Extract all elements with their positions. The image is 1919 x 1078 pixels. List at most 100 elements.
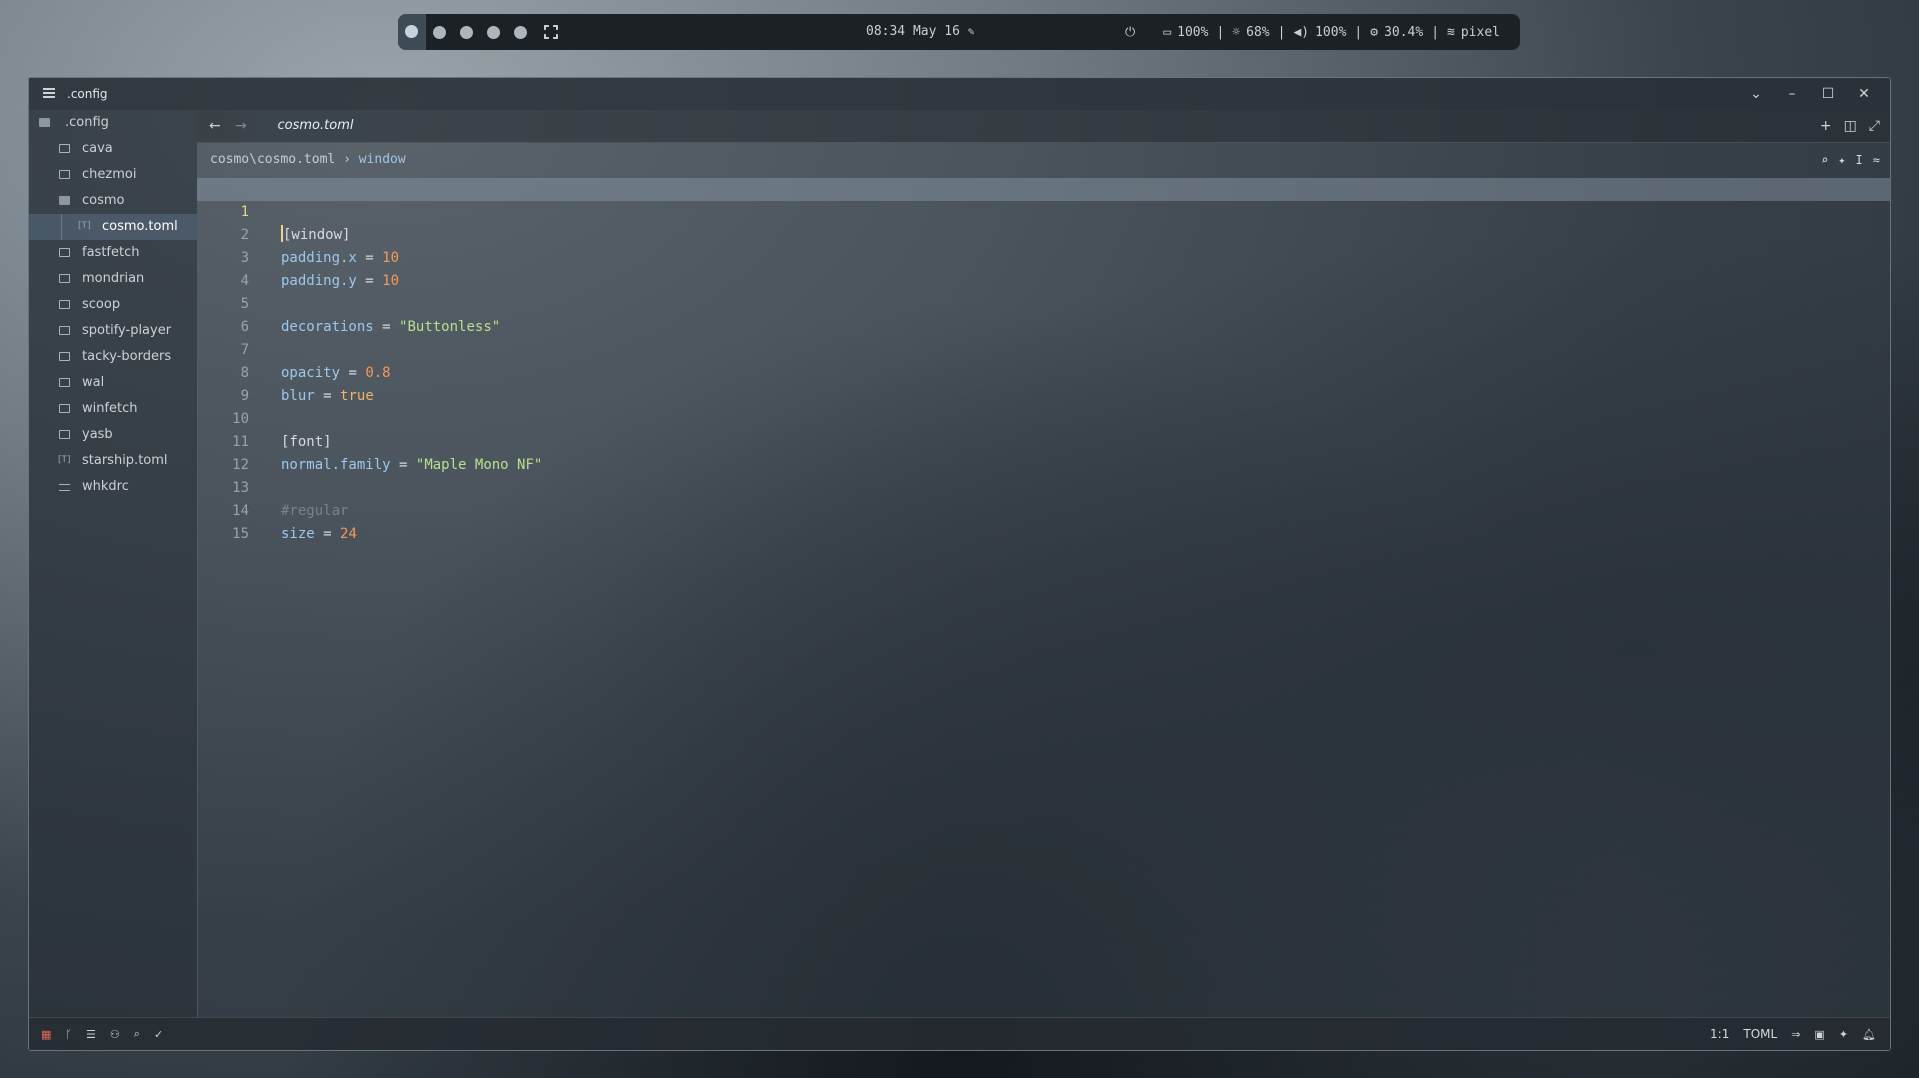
tab-cosmo-toml[interactable]: cosmo.toml xyxy=(259,110,372,142)
tree-item-yasb[interactable]: yasb xyxy=(29,422,197,448)
editor-window: .config ⌄ – ☐ ✕ .config cava chezmoi cos… xyxy=(28,77,1891,1051)
fullscreen-icon[interactable] xyxy=(544,25,558,39)
tree-item-starship-toml[interactable]: [T] starship.toml xyxy=(29,448,197,474)
code-editor[interactable]: 1 [window] 2 padding.x = 10 3 padding.y … xyxy=(197,178,1890,542)
close-button[interactable]: ✕ xyxy=(1846,86,1882,102)
tree-item-label: whkdrc xyxy=(82,479,129,494)
collaborators-icon[interactable]: ⚇ xyxy=(110,1028,120,1041)
separator: | xyxy=(1277,24,1286,40)
workspace-5[interactable] xyxy=(514,25,527,39)
window-titlebar: .config ⌄ – ☐ ✕ xyxy=(29,78,1890,110)
git-branch-icon[interactable]: ᚴ xyxy=(65,1028,72,1041)
code-line[interactable]: 8 blur = true xyxy=(197,339,1890,404)
terminal-icon[interactable]: ▣ xyxy=(1814,1028,1824,1041)
code-line[interactable]: 15 xyxy=(197,500,1890,542)
folder-icon xyxy=(59,378,70,387)
breadcrumb-symbol[interactable]: window xyxy=(359,152,406,167)
code-line[interactable]: 2 padding.x = 10 xyxy=(197,201,1890,266)
tree-item-cosmo-toml[interactable]: [T] cosmo.toml xyxy=(29,214,197,240)
tree-item-winfetch[interactable]: winfetch xyxy=(29,396,197,422)
brightness-icon: ☼ xyxy=(1232,24,1241,40)
tree-item-mondrian[interactable]: mondrian xyxy=(29,266,197,292)
assistant-sparkle-icon[interactable]: ✦ xyxy=(1839,1028,1848,1041)
code-line[interactable]: 3 padding.y = 10 xyxy=(197,224,1890,289)
notification-bell-icon[interactable]: 🔔︎ xyxy=(1862,1028,1876,1041)
line-text: size = 24 xyxy=(281,526,357,542)
text-cursor-icon[interactable]: I xyxy=(1856,153,1863,167)
toml-file-icon: [T] xyxy=(58,455,71,465)
workspace-2[interactable] xyxy=(433,25,446,39)
tree-root[interactable]: .config xyxy=(29,110,197,136)
tree-item-label: tacky-borders xyxy=(82,349,172,364)
tree-item-chezmoi[interactable]: chezmoi xyxy=(29,162,197,188)
minimize-button[interactable]: – xyxy=(1774,86,1810,102)
wifi-icon[interactable]: ≋ xyxy=(1447,25,1455,40)
folder-icon xyxy=(59,404,70,413)
new-tab-icon[interactable]: + xyxy=(1820,118,1832,134)
diagnostics-check-icon[interactable]: ✓ xyxy=(154,1028,163,1041)
code-line[interactable]: 13 #regular xyxy=(197,454,1890,519)
tree-item-whkdrc[interactable]: whkdrc xyxy=(29,474,197,500)
folder-icon xyxy=(59,326,70,335)
code-line[interactable]: 6 xyxy=(197,293,1890,335)
tree-item-cosmo[interactable]: cosmo xyxy=(29,188,197,214)
split-pane-icon[interactable]: ◫ xyxy=(1844,118,1857,134)
cpu-icon: ⚙ xyxy=(1370,24,1379,40)
settings-sliders-icon[interactable]: ≈ xyxy=(1873,153,1880,167)
tree-item-label: scoop xyxy=(82,297,121,312)
code-line[interactable]: 5 decorations = "Buttonless" xyxy=(197,270,1890,335)
hamburger-menu-icon[interactable] xyxy=(43,88,55,98)
clock: 08:34 May 16 ✎ xyxy=(866,14,974,50)
tree-item-label: mondrian xyxy=(82,271,145,286)
maximize-button[interactable]: ☐ xyxy=(1810,86,1846,102)
volume-icon[interactable]: ◀) xyxy=(1293,25,1309,40)
tree-item-cava[interactable]: cava xyxy=(29,136,197,162)
folder-icon xyxy=(59,430,70,439)
breadcrumb: cosmo\cosmo.toml › window xyxy=(210,142,406,178)
code-line[interactable]: 1 [window] xyxy=(197,178,1890,243)
tree-item-label: chezmoi xyxy=(82,167,137,182)
network-name: pixel xyxy=(1460,24,1500,40)
folder-icon xyxy=(59,274,70,283)
assistant-sparkle-icon[interactable]: ✦ xyxy=(1838,153,1845,167)
folder-icon xyxy=(59,352,70,361)
workspace-1-active[interactable] xyxy=(398,14,426,50)
breadcrumb-path[interactable]: cosmo\cosmo.toml xyxy=(210,152,335,167)
power-plug-icon: ⏻ xyxy=(1125,24,1136,40)
back-arrow-icon[interactable]: ← xyxy=(209,110,221,142)
search-icon[interactable]: ⌕ xyxy=(1821,153,1828,167)
tree-item-tacky-borders[interactable]: tacky-borders xyxy=(29,344,197,370)
code-line[interactable]: 14 size = 24 xyxy=(197,477,1890,542)
language-mode[interactable]: TOML xyxy=(1743,1027,1777,1041)
tree-item-label: yasb xyxy=(82,427,113,442)
cursor-position[interactable]: 1:1 xyxy=(1710,1027,1729,1041)
tree-item-wal[interactable]: wal xyxy=(29,370,197,396)
tree-item-spotify-player[interactable]: spotify-player xyxy=(29,318,197,344)
search-icon[interactable]: ⌕ xyxy=(134,1027,140,1041)
code-line[interactable]: 4 xyxy=(197,247,1890,289)
vim-mode-icon[interactable]: ⇒ xyxy=(1791,1028,1800,1041)
tree-item-fastfetch[interactable]: fastfetch xyxy=(29,240,197,266)
folder-icon xyxy=(59,300,70,309)
code-line[interactable]: 9 xyxy=(197,362,1890,404)
tree-item-label: starship.toml xyxy=(82,453,168,468)
forward-arrow-icon[interactable]: → xyxy=(235,110,247,142)
cpu-usage: 30.4% xyxy=(1384,24,1424,40)
outline-list-icon[interactable]: ☰ xyxy=(86,1028,96,1041)
workspace-3[interactable] xyxy=(460,25,473,39)
dock-panel-icon[interactable]: ▦ xyxy=(41,1028,51,1041)
chevron-down-icon[interactable]: ⌄ xyxy=(1738,86,1774,102)
file-explorer: .config cava chezmoi cosmo [T] cosmo.tom… xyxy=(29,110,198,1018)
separator: | xyxy=(1431,24,1440,40)
separator: | xyxy=(1216,24,1225,40)
tree-item-scoop[interactable]: scoop xyxy=(29,292,197,318)
code-line[interactable]: 10 [font] xyxy=(197,385,1890,450)
code-line[interactable]: 7 opacity = 0.8 xyxy=(197,316,1890,381)
code-line[interactable]: 11 normal.family = "Maple Mono NF" xyxy=(197,408,1890,473)
expand-icon[interactable]: ⤢ xyxy=(1869,118,1880,134)
folder-open-icon xyxy=(39,118,50,127)
workspace-4[interactable] xyxy=(487,25,500,39)
breadcrumb-bar: cosmo\cosmo.toml › window ⌕ ✦ I ≈ xyxy=(197,142,1890,178)
folder-icon xyxy=(59,248,70,257)
code-line[interactable]: 12 xyxy=(197,431,1890,473)
